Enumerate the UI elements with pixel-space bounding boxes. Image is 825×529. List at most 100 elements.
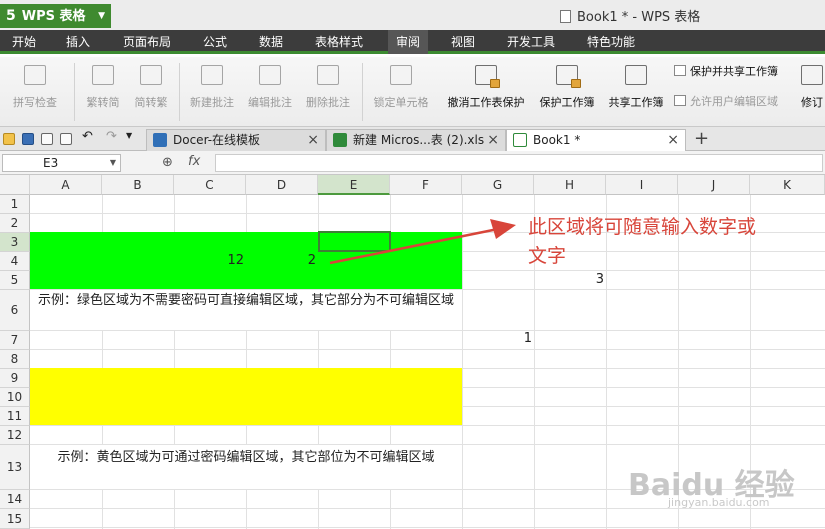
edit-comment-icon (259, 65, 281, 85)
ribbon-divider (362, 63, 363, 121)
lock-cell-icon (390, 65, 412, 85)
tab-xls-file[interactable]: 新建 Micros...表 (2).xls × (326, 129, 506, 151)
gridline (30, 425, 825, 426)
app-name: WPS 表格 (21, 9, 86, 24)
menu-developer[interactable]: 开发工具 (507, 30, 555, 54)
print-preview-icon[interactable] (60, 133, 72, 145)
unprotect-sheet-icon (475, 65, 500, 88)
column-header-k[interactable]: K (750, 175, 825, 195)
close-icon[interactable]: × (487, 130, 499, 150)
row-header-9[interactable]: 9 (0, 369, 30, 388)
menu-table-style[interactable]: 表格样式 (315, 30, 363, 54)
column-header-c[interactable]: C (174, 175, 246, 195)
cell-c4[interactable]: 12 (174, 253, 244, 268)
row-header-4[interactable]: 4 (0, 252, 30, 271)
lock-icon (490, 79, 500, 88)
allow-edit-ranges-button[interactable]: 允许用户编辑区域 (674, 93, 778, 111)
gridline (30, 349, 825, 350)
formula-input[interactable] (215, 154, 823, 172)
row-header-15[interactable]: 15 (0, 509, 30, 529)
protect-share-icon (674, 65, 686, 76)
delete-comment-button[interactable]: 删除批注 (299, 57, 357, 127)
row-header-7[interactable]: 7 (0, 331, 30, 350)
tab-docer-templates[interactable]: Docer-在线模板 × (146, 129, 326, 151)
insert-function-button[interactable]: fx (188, 154, 200, 169)
menu-view[interactable]: 视图 (451, 30, 475, 54)
row-header-1[interactable]: 1 (0, 195, 30, 214)
row-header-3[interactable]: 3 (0, 233, 30, 252)
unprotect-sheet-button[interactable]: 撤消工作表保护 (440, 57, 532, 127)
cell-d4[interactable]: 2 (246, 253, 316, 268)
gridline (30, 330, 825, 331)
share-workbook-button[interactable]: 共享工作簿 (603, 57, 669, 127)
menu-review[interactable]: 审阅 (388, 30, 428, 54)
column-header-i[interactable]: I (606, 175, 678, 195)
column-header-e[interactable]: E (318, 175, 390, 195)
spreadsheet-grid[interactable]: A B C D E F G H I J K 12 2 3 1 示例：绿色区域为不… (0, 175, 825, 529)
spreadsheet-icon (333, 133, 347, 147)
print-icon[interactable] (41, 133, 53, 145)
formula-bar: E3 ▼ ⊕ fx (0, 151, 825, 175)
edit-comment-button[interactable]: 编辑批注 (242, 57, 298, 127)
menu-insert[interactable]: 插入 (66, 30, 90, 54)
column-header-g[interactable]: G (462, 175, 534, 195)
save-icon[interactable] (22, 133, 34, 145)
note-green-region[interactable]: 示例：绿色区域为不需要密码可直接编辑区域，其它部分为不可编辑区域 (31, 290, 461, 330)
app-menu-button[interactable]: 5 WPS 表格 ▼ (0, 4, 111, 28)
row-header-13[interactable]: 13 (0, 445, 30, 490)
menu-special-features[interactable]: 特色功能 (587, 30, 635, 54)
row-header-11[interactable]: 11 (0, 407, 30, 426)
window-title: Book1 * - WPS 表格 (560, 6, 700, 25)
protect-and-share-button[interactable]: 保护并共享工作簿 (674, 63, 778, 81)
column-header-a[interactable]: A (30, 175, 102, 195)
menu-formulas[interactable]: 公式 (203, 30, 227, 54)
row-header-2[interactable]: 2 (0, 214, 30, 233)
select-all-corner[interactable] (0, 175, 30, 195)
row-header-8[interactable]: 8 (0, 350, 30, 369)
column-header-b[interactable]: B (102, 175, 174, 195)
tab-book1[interactable]: Book1 * × (506, 129, 686, 151)
to-simplified-button[interactable]: 简转繁 (128, 57, 174, 127)
note-yellow-region[interactable]: 示例：黄色区域为可通过密码编辑区域，其它部位为不可编辑区域 (31, 445, 461, 489)
new-tab-button[interactable]: + (694, 129, 709, 149)
close-icon[interactable]: × (307, 130, 319, 150)
row-header-5[interactable]: 5 (0, 271, 30, 290)
menu-home[interactable]: 开始 (12, 30, 36, 54)
cell-g7[interactable]: 1 (462, 331, 532, 346)
row-header-12[interactable]: 12 (0, 426, 30, 445)
convert-icon (92, 65, 114, 85)
menu-data[interactable]: 数据 (259, 30, 283, 54)
lock-cell-button[interactable]: 锁定单元格 (366, 57, 436, 127)
title-bar: 5 WPS 表格 ▼ Book1 * - WPS 表格 (0, 0, 825, 30)
column-header-f[interactable]: F (390, 175, 462, 195)
row-header-14[interactable]: 14 (0, 490, 30, 509)
yellow-password-region[interactable] (30, 368, 462, 425)
wps-logo-icon: 5 (6, 8, 16, 24)
row-header-10[interactable]: 10 (0, 388, 30, 407)
close-icon[interactable]: × (667, 130, 679, 150)
track-changes-button[interactable]: 修订 (796, 57, 825, 127)
chevron-down-icon: ▼ (98, 11, 105, 21)
spell-check-button[interactable]: 拼写检查 (2, 57, 68, 127)
column-header-h[interactable]: H (534, 175, 606, 195)
protect-workbook-button[interactable]: 保护工作簿 (534, 57, 600, 127)
chevron-down-icon[interactable]: ▼ (126, 131, 138, 143)
to-traditional-button[interactable]: 繁转简 (80, 57, 126, 127)
undo-icon[interactable]: ↶ (82, 129, 94, 144)
document-tab-bar: ↶ ↷ ▼ Docer-在线模板 × 新建 Micros...表 (2).xls… (0, 127, 825, 151)
ribbon-divider (179, 63, 180, 121)
redo-icon[interactable]: ↷ (106, 129, 118, 144)
name-box[interactable]: E3 ▼ (2, 154, 121, 172)
cell-h5[interactable]: 3 (534, 272, 604, 287)
new-comment-button[interactable]: 新建批注 (183, 57, 241, 127)
zoom-icon[interactable]: ⊕ (162, 155, 173, 170)
column-header-j[interactable]: J (678, 175, 750, 195)
menu-page-layout[interactable]: 页面布局 (123, 30, 171, 54)
column-header-d[interactable]: D (246, 175, 318, 195)
docer-icon (153, 133, 167, 147)
baidu-watermark-url: jingyan.baidu.com (668, 496, 770, 509)
track-changes-icon (801, 65, 823, 85)
row-header-6[interactable]: 6 (0, 290, 30, 331)
gridline (30, 527, 825, 528)
open-folder-icon[interactable] (3, 133, 15, 145)
